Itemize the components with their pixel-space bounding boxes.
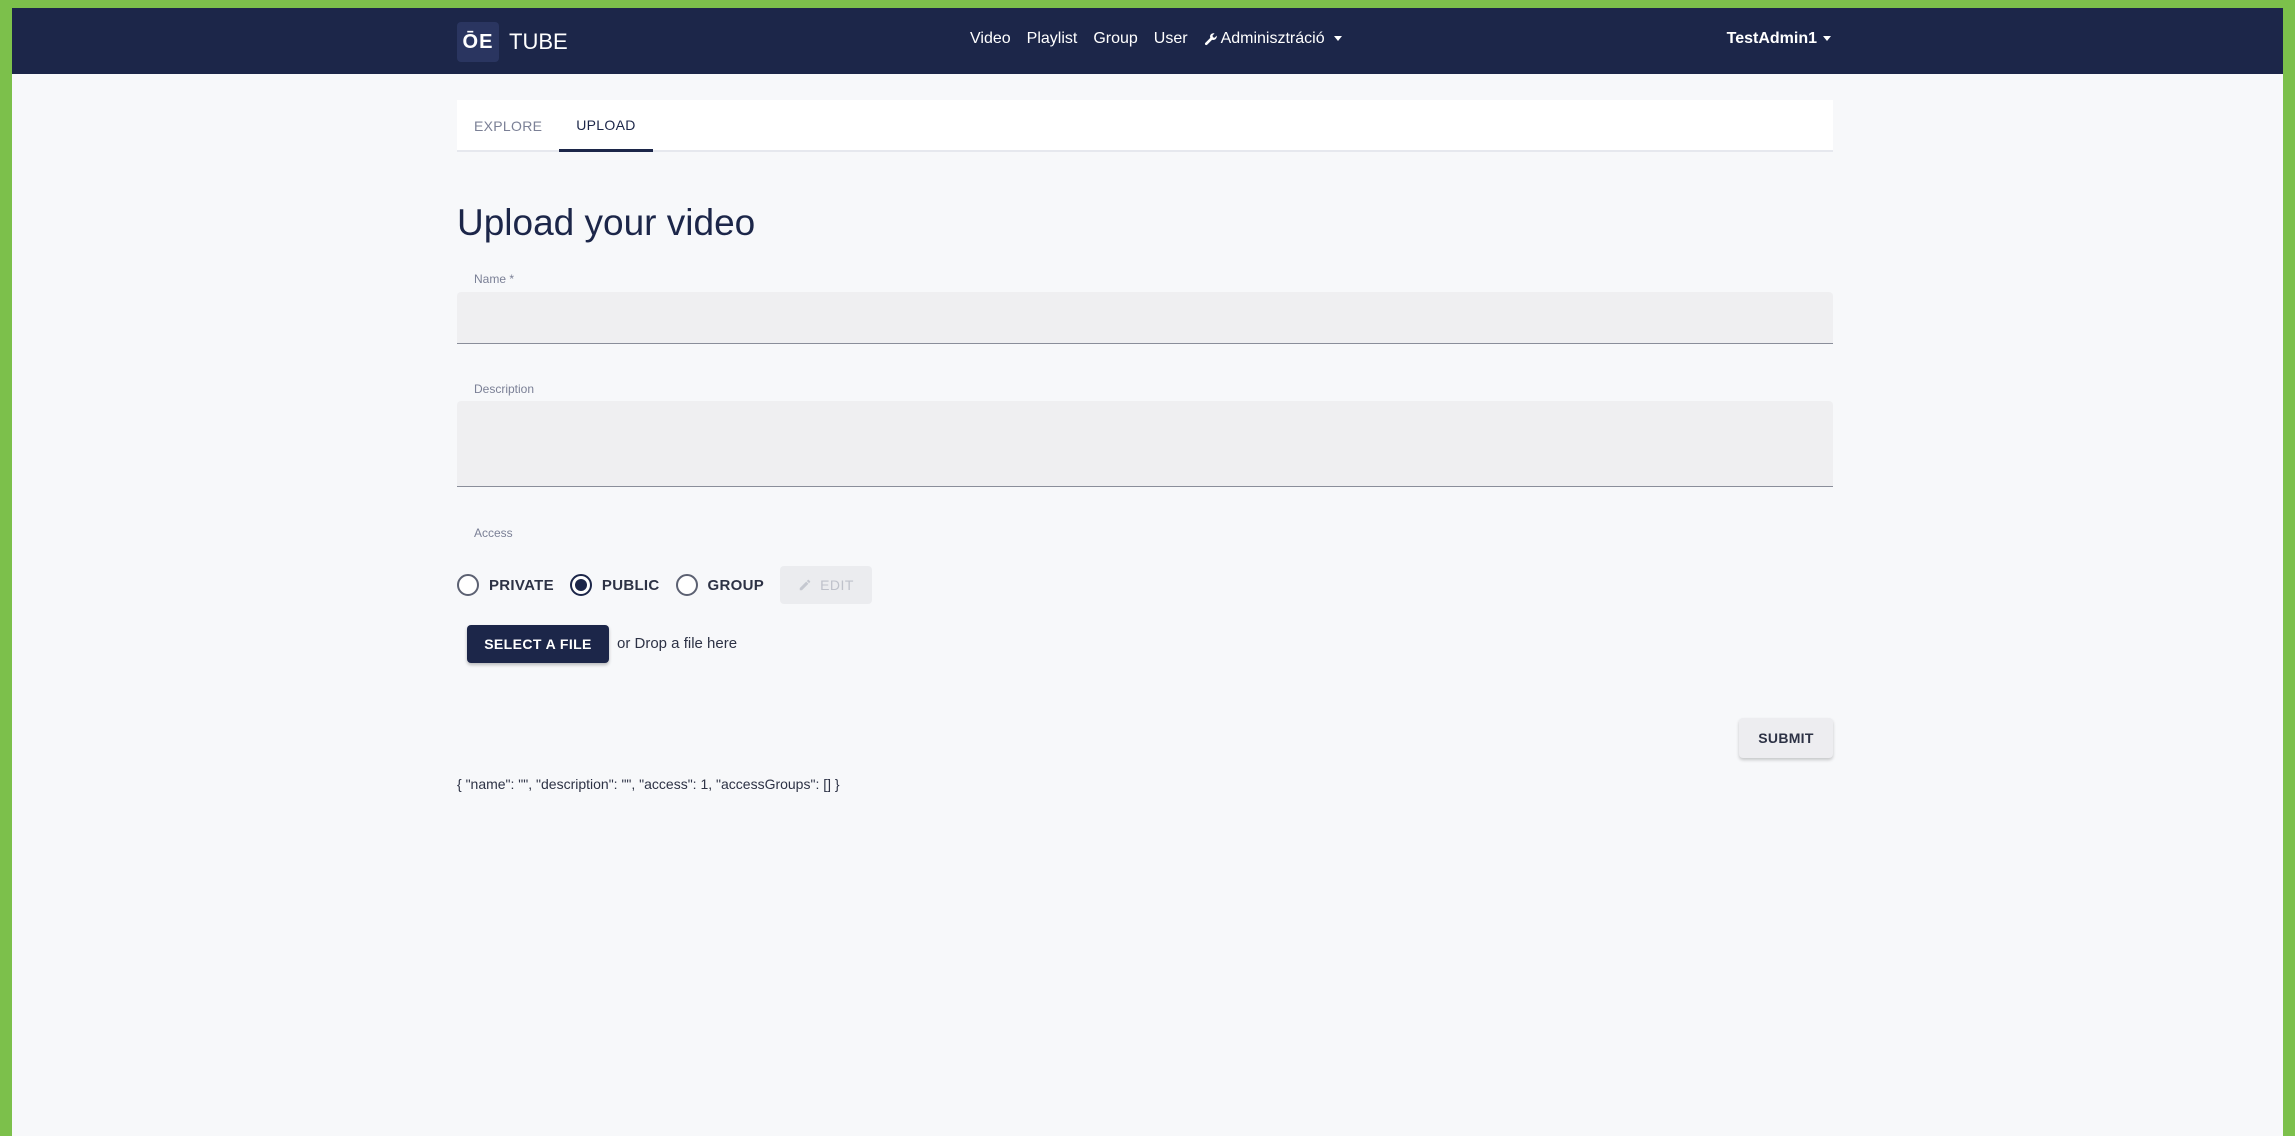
- form-json-preview: { "name": "", "description": "", "access…: [457, 776, 840, 792]
- access-radio-group: PRIVATE PUBLIC GROUP EDIT: [457, 566, 873, 604]
- brand-name: TUBE: [509, 29, 568, 54]
- tab-upload[interactable]: UPLOAD: [559, 100, 653, 152]
- top-navbar: ŌE TUBE Video Playlist Group User Admini…: [12, 8, 2283, 74]
- nav-link-user[interactable]: User: [1154, 30, 1188, 48]
- access-option-label: PRIVATE: [489, 576, 554, 594]
- nav-admin-dropdown[interactable]: Adminisztráció: [1204, 30, 1342, 48]
- user-menu[interactable]: TestAdmin1: [1727, 30, 1831, 48]
- access-option-public[interactable]: PUBLIC: [569, 574, 660, 596]
- wrench-icon: [1204, 33, 1217, 46]
- description-field[interactable]: [457, 401, 1833, 487]
- radio-button[interactable]: [457, 574, 479, 596]
- tab-explore[interactable]: EXPLORE: [457, 100, 559, 152]
- nav-links: Video Playlist Group User Adminisztráció: [970, 30, 1342, 48]
- name-field[interactable]: [457, 292, 1833, 344]
- radio-checked-dot: [574, 579, 587, 591]
- tab-bar: EXPLORE UPLOAD: [457, 100, 1833, 152]
- name-field-label: Name *: [474, 272, 515, 286]
- logo-icon: ŌE: [457, 22, 499, 62]
- description-field-label: Description: [474, 382, 535, 396]
- nav-link-playlist[interactable]: Playlist: [1027, 30, 1078, 48]
- user-name: TestAdmin1: [1726, 30, 1817, 47]
- radio-button[interactable]: [675, 574, 698, 596]
- pencil-icon: [799, 579, 811, 591]
- access-option-group[interactable]: GROUP: [675, 574, 765, 596]
- edit-groups-button[interactable]: EDIT: [780, 566, 873, 604]
- nav-admin-label: Adminisztráció: [1220, 30, 1325, 47]
- nav-link-video[interactable]: Video: [970, 30, 1011, 48]
- nav-link-group[interactable]: Group: [1093, 30, 1137, 48]
- access-option-label: PUBLIC: [601, 576, 660, 594]
- brand[interactable]: ŌE TUBE: [457, 22, 568, 62]
- radio-button[interactable]: [569, 574, 592, 596]
- drop-zone-text[interactable]: or Drop a file here: [617, 635, 737, 652]
- access-option-private[interactable]: PRIVATE: [457, 574, 554, 596]
- submit-button[interactable]: SUBMIT: [1739, 718, 1833, 758]
- edit-label: EDIT: [820, 577, 854, 593]
- access-label: Access: [474, 526, 513, 540]
- page-title: Upload your video: [457, 202, 756, 243]
- caret-down-icon: [1823, 35, 1831, 41]
- select-file-button[interactable]: SELECT A FILE: [467, 625, 609, 663]
- caret-down-icon: [1333, 35, 1342, 41]
- access-option-label: GROUP: [707, 576, 765, 594]
- app-window: ŌE TUBE Video Playlist Group User Admini…: [12, 8, 2283, 1136]
